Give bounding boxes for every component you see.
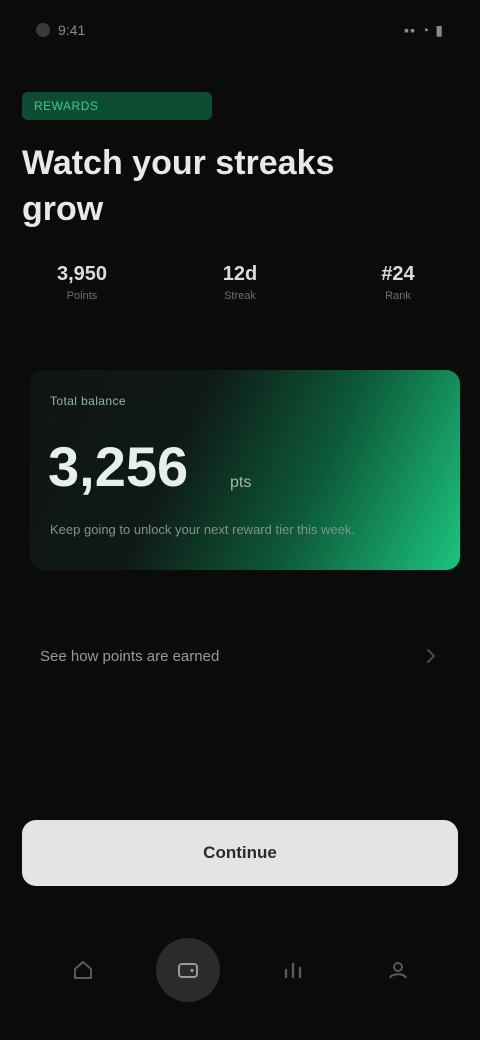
stat-label: Streak: [224, 289, 256, 302]
tab-home[interactable]: [51, 938, 115, 1002]
tab-chart[interactable]: [261, 938, 325, 1002]
stat-rank[interactable]: #24 Rank: [338, 263, 458, 302]
eyebrow-badge: Rewards: [22, 92, 212, 120]
stat-value: 12d: [222, 262, 258, 285]
stat-points[interactable]: 3,950 Points: [22, 263, 142, 302]
status-time: 9:41: [58, 22, 86, 38]
balance-label: Total balance: [50, 394, 126, 408]
stat-label: Rank: [385, 289, 411, 302]
balance-value: 3,256: [48, 435, 189, 498]
status-indicators: ▪▪ ◔ ▮: [404, 21, 444, 38]
balance-unit: pts: [230, 474, 252, 491]
chevron-right-icon: [422, 647, 440, 665]
camera-dot-icon: [36, 23, 50, 37]
profile-icon: [386, 958, 410, 982]
tab-wallet[interactable]: [155, 938, 220, 1002]
stat-value: 3,950: [56, 262, 108, 285]
stat-streak[interactable]: 12d Streak: [180, 263, 300, 302]
stats-row: 3,950 Points 12d Streak #24 Rank: [22, 252, 458, 312]
points-info-link[interactable]: See how points are earned: [40, 640, 440, 672]
tab-bar: [0, 920, 480, 1020]
stat-value: #24: [381, 262, 415, 285]
page-title: Watch your streaks grow: [22, 144, 335, 228]
status-bar: 9:41 ▪▪ ◔ ▮: [0, 0, 480, 60]
tab-profile[interactable]: [366, 938, 430, 1002]
link-label: See how points are earned: [40, 647, 220, 665]
home-icon: [71, 958, 95, 982]
chart-icon: [281, 958, 305, 982]
wallet-icon: [175, 957, 201, 983]
balance-card[interactable]: Total balance 3,256 pts Keep going to un…: [30, 370, 460, 570]
balance-subtitle: Keep going to unlock your next reward ti…: [50, 522, 355, 537]
stat-label: Points: [66, 289, 98, 302]
status-left: 9:41: [36, 22, 85, 38]
continue-button[interactable]: Continue: [22, 820, 458, 886]
